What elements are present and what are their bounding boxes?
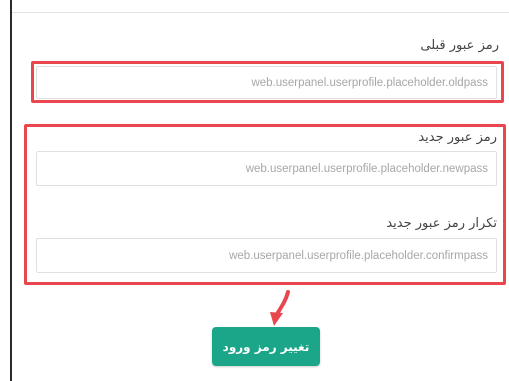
top-divider [12,12,509,13]
new-password-group-highlight [24,124,506,285]
change-password-button[interactable]: تغییر رمز ورود [212,327,320,366]
old-password-label: رمز عبور قبلی [420,38,499,53]
old-password-highlight [31,61,504,103]
window-left-border [10,0,12,381]
change-password-button-label: تغییر رمز ورود [222,339,310,354]
arrow-pointer-icon [270,290,290,326]
